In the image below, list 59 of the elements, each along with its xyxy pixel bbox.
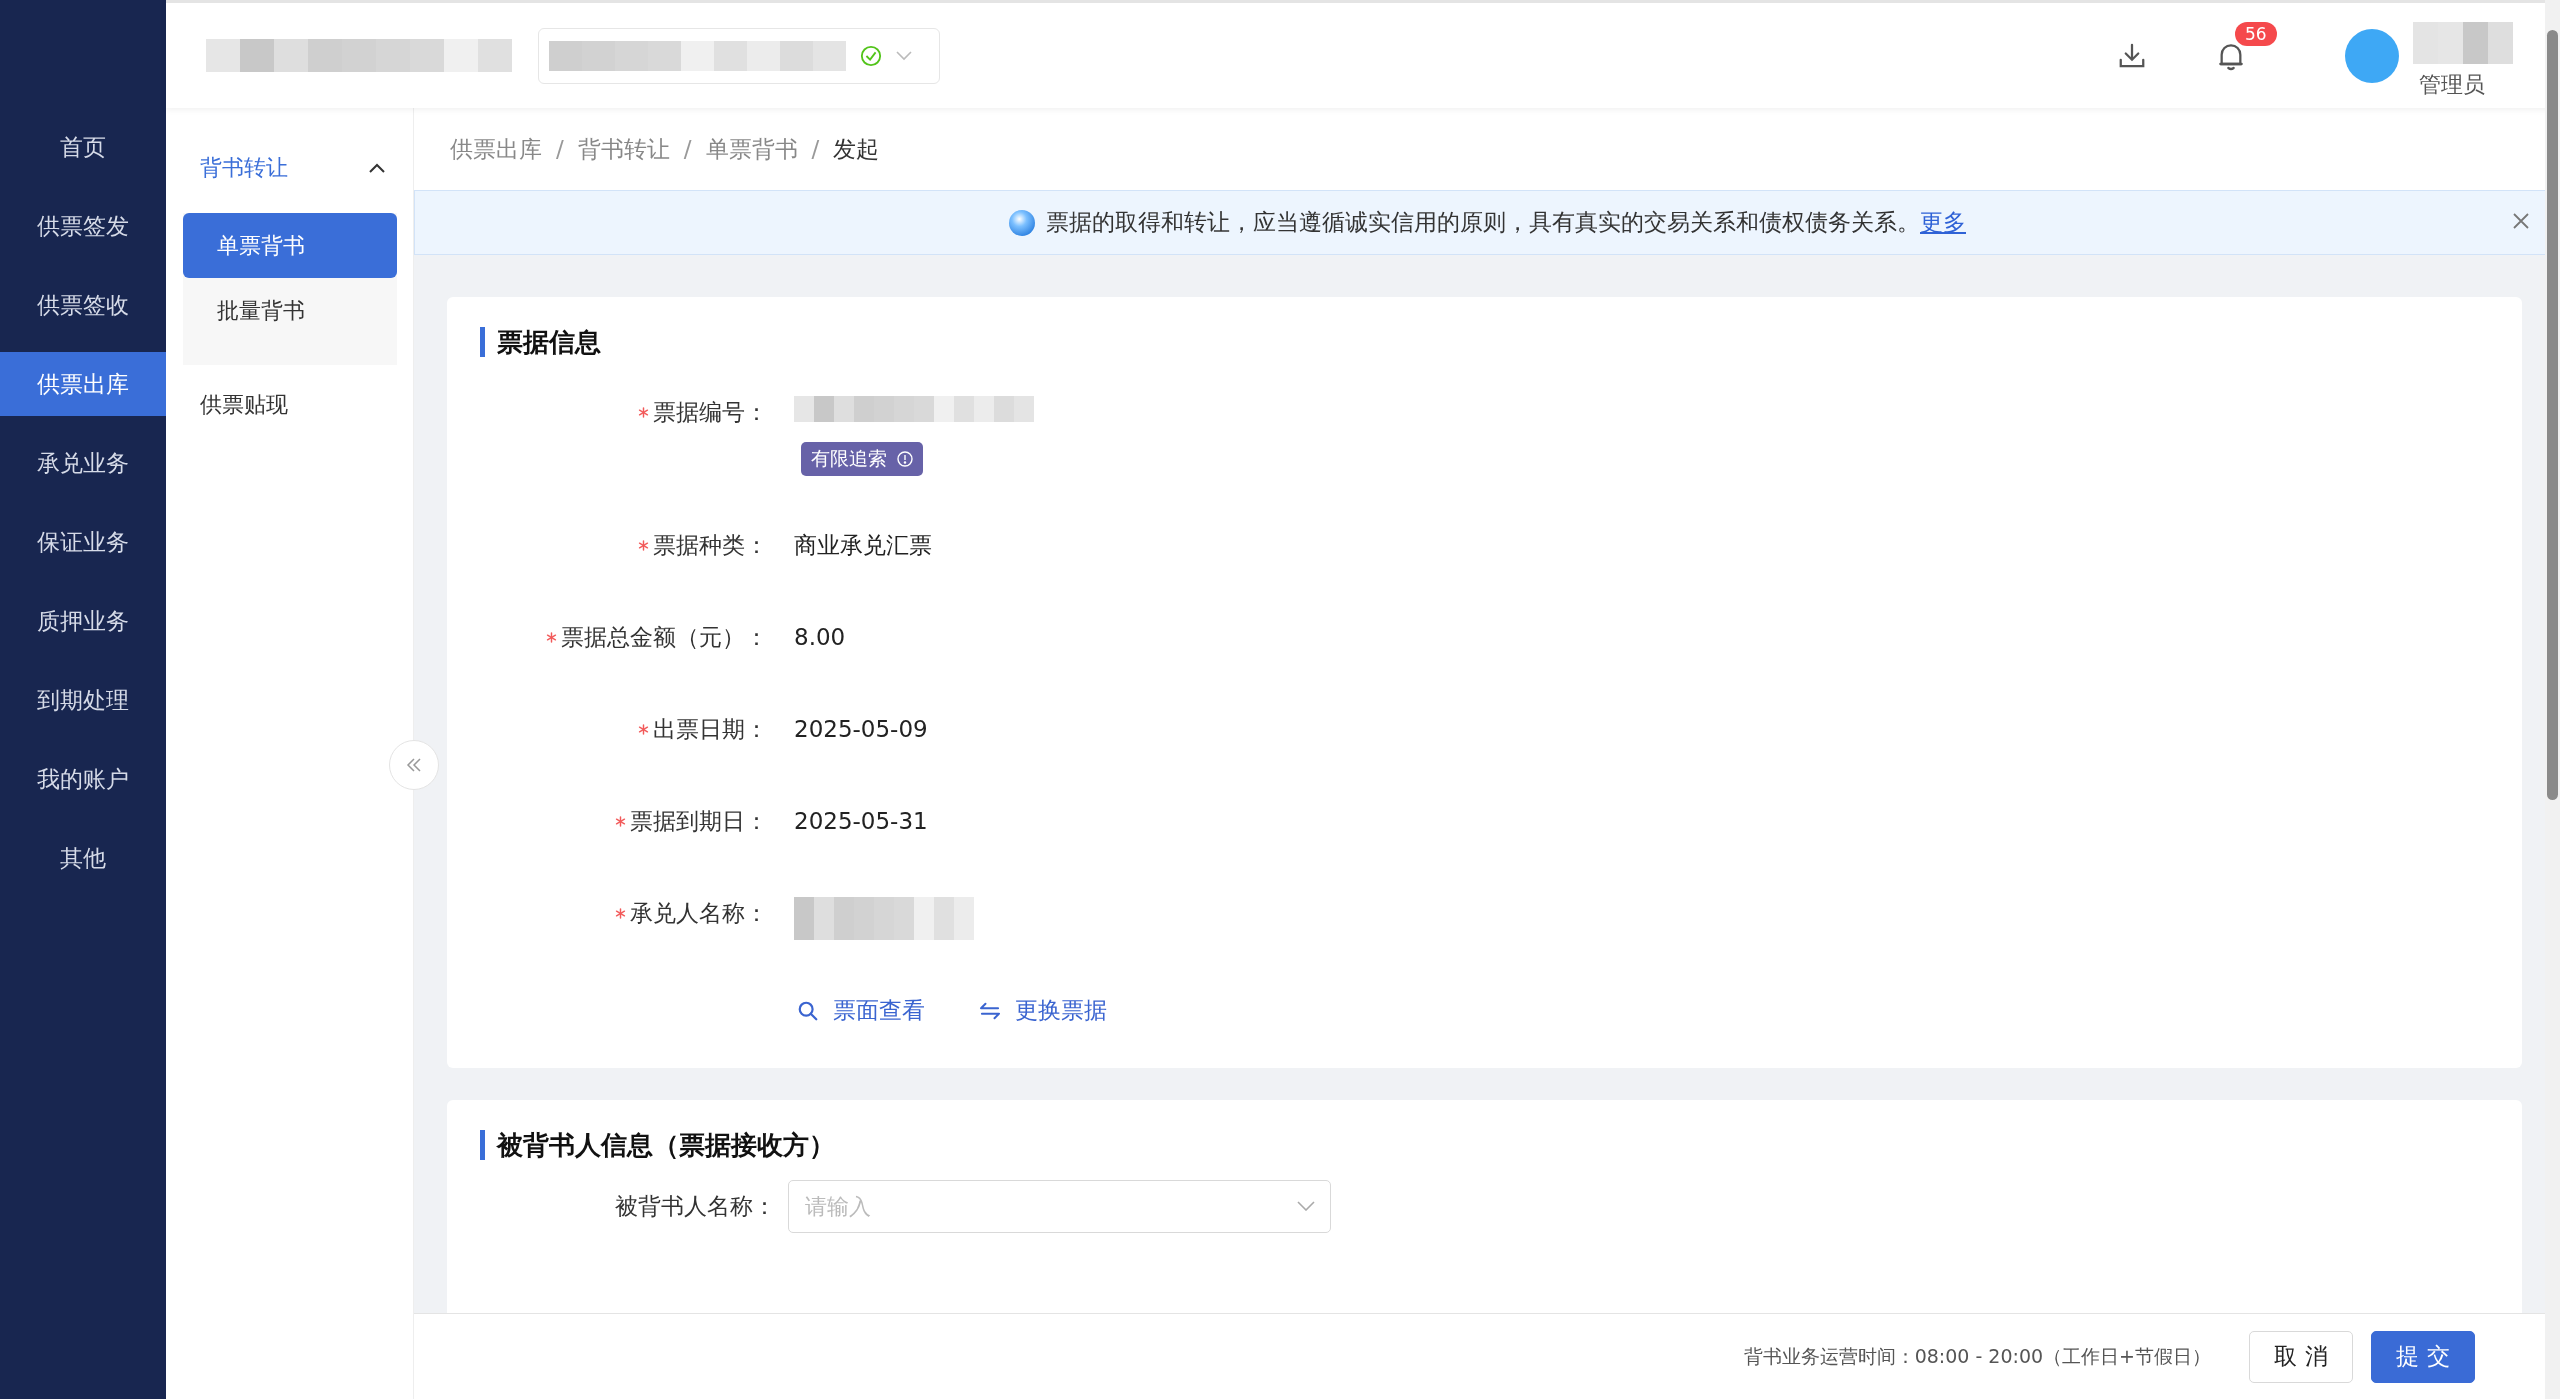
submit-button[interactable]: 提 交 xyxy=(2371,1330,2475,1383)
notification-badge: 56 xyxy=(2235,21,2277,46)
avatar[interactable] xyxy=(2345,28,2399,83)
nav-item[interactable]: 到期处理 xyxy=(0,668,166,732)
double-chevron-left-icon xyxy=(406,758,422,772)
scroll-thumb[interactable] xyxy=(2547,30,2558,800)
nav-item[interactable]: 质押业务 xyxy=(0,589,166,653)
more-link[interactable]: 更多 xyxy=(1920,209,1966,235)
breadcrumb-separator: / xyxy=(811,136,820,162)
field-label: 承兑人名称： xyxy=(630,898,768,928)
section-title: 票据信息 xyxy=(480,327,2489,357)
breadcrumb-separator: / xyxy=(683,136,692,162)
cancel-button[interactable]: 取 消 xyxy=(2249,1330,2353,1383)
search-icon xyxy=(797,999,819,1022)
submenu-group-label: 背书转让 xyxy=(200,154,288,182)
nav-item[interactable]: 供票签发 xyxy=(0,194,166,258)
nav-item[interactable]: 供票出库 xyxy=(0,352,166,416)
section-title: 被背书人信息（票据接收方） xyxy=(480,1130,2489,1160)
field-label: 票据总金额（元）： xyxy=(561,622,768,652)
info-bulb-icon xyxy=(1008,208,1036,237)
org-select[interactable] xyxy=(538,27,940,84)
breadcrumb-link[interactable]: 单票背书 xyxy=(705,133,798,165)
nav-item[interactable]: 我的账户 xyxy=(0,747,166,811)
field-value: 2025-05-09 xyxy=(794,715,928,744)
hours-note: 背书业务运营时间：08:00 - 20:00（工作日+节假日） xyxy=(1743,1343,2211,1369)
nav-item[interactable]: 保证业务 xyxy=(0,510,166,574)
recourse-tag[interactable]: 有限追索 xyxy=(801,442,923,476)
scrollbar[interactable] xyxy=(2545,0,2560,1399)
submenu-item[interactable]: 单票背书 xyxy=(183,213,397,278)
nav-item[interactable]: 其他 xyxy=(0,826,166,890)
view-bill-link[interactable]: 票面查看 xyxy=(797,995,925,1026)
field-value: 8.00 xyxy=(794,623,846,652)
field-label: 出票日期： xyxy=(653,714,768,744)
notice-text: 票据的取得和转让，应当遵循诚实信用的原则，具有真实的交易关系和债权债务关系。更多 xyxy=(1046,208,1966,237)
breadcrumb-link[interactable]: 背书转让 xyxy=(577,133,670,165)
swap-arrows-icon xyxy=(979,1001,1001,1020)
field-label: 被背书人名称： xyxy=(615,1192,776,1221)
user-role: 管理员 xyxy=(2418,70,2486,99)
field-label: 票据编号： xyxy=(653,397,768,427)
chevron-down-icon xyxy=(1297,1201,1315,1211)
endorsee-select[interactable]: 请输入 xyxy=(788,1180,1331,1233)
field-label: 票据种类： xyxy=(653,530,768,560)
replace-bill-link[interactable]: 更换票据 xyxy=(979,995,1107,1026)
field-value: 商业承兑汇票 xyxy=(794,531,932,560)
chevron-down-icon xyxy=(896,50,912,61)
breadcrumb-link[interactable]: 发起 xyxy=(833,133,880,165)
close-icon xyxy=(2511,211,2531,231)
nav-item[interactable]: 首页 xyxy=(0,115,166,179)
close-button[interactable] xyxy=(2511,211,2531,231)
submenu-item[interactable]: 批量背书 xyxy=(183,278,397,343)
breadcrumb-separator: / xyxy=(556,136,564,162)
info-icon xyxy=(897,451,913,467)
nav-item[interactable]: 供票签收 xyxy=(0,273,166,337)
submenu-item[interactable]: 供票贴现 xyxy=(166,373,413,437)
nav-item[interactable]: 承兑业务 xyxy=(0,431,166,495)
breadcrumb-link[interactable]: 供票出库 xyxy=(450,133,542,165)
submenu-group[interactable]: 背书转让 xyxy=(166,140,413,196)
field-value: 2025-05-31 xyxy=(794,807,928,836)
field-label: 票据到期日： xyxy=(630,806,768,836)
